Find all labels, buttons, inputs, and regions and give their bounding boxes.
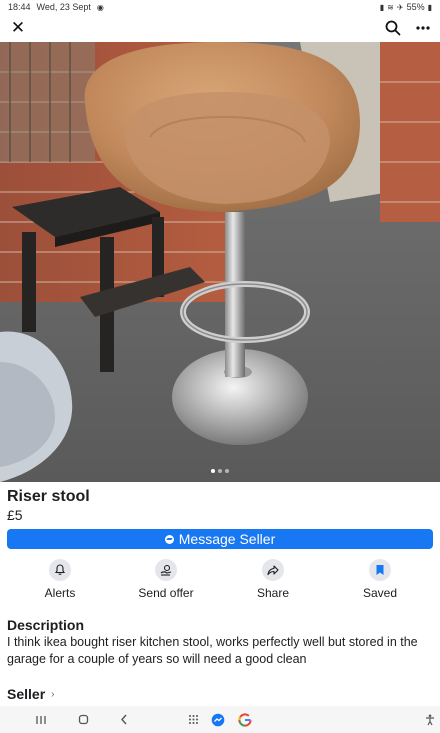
app-drawer-icon[interactable] [186,712,200,727]
messenger-icon [164,534,174,544]
offer-icon [155,559,177,581]
pagination-dot[interactable] [211,469,215,473]
saved-button[interactable]: Saved [340,559,420,600]
close-icon[interactable]: ✕ [8,18,28,38]
alerts-button[interactable]: Alerts [20,559,100,600]
description-text: I think ikea bought riser kitchen stool,… [7,635,418,666]
battery-saver-icon: ▮ [379,2,385,12]
listing-price: £5 [7,507,23,523]
messenger-app-icon[interactable] [210,712,226,727]
status-time: 18:44 [8,2,31,12]
message-seller-button[interactable]: Message Seller [7,529,433,549]
bookmark-icon [369,559,391,581]
stool-image [0,42,440,482]
more-icon[interactable] [414,19,432,37]
photo-pagination [208,466,232,476]
google-app-icon[interactable] [237,712,253,727]
send-offer-button[interactable]: Send offer [126,559,206,600]
description-heading: Description [7,617,85,633]
listing-title: Riser stool [7,488,90,505]
seller-section[interactable]: Seller › [7,686,54,702]
airplane-icon: ✈ [396,2,404,12]
battery-percent: 55% [406,2,425,12]
chevron-right-icon: › [51,688,55,700]
share-label: Share [256,586,290,600]
top-bar: ✕ [0,14,440,42]
status-bar: 18:44 Wed, 23 Sept ◉ ▮ ≋ ✈ 55% ▮ [0,0,440,14]
accessibility-icon[interactable] [424,712,436,727]
search-icon[interactable] [384,19,402,37]
bell-icon [49,559,71,581]
alerts-label: Alerts [44,586,76,600]
back-icon[interactable] [117,712,131,727]
message-seller-label: Message Seller [178,531,276,547]
notification-icon: ◉ [96,2,104,12]
recent-apps-icon[interactable] [34,712,48,727]
system-nav-bar [0,706,440,733]
battery-icon: ▮ [427,2,432,12]
home-icon[interactable] [76,712,90,727]
saved-label: Saved [362,586,398,600]
pagination-dot[interactable] [218,469,222,473]
share-button[interactable]: Share [233,559,313,600]
seller-heading: Seller [7,686,46,702]
action-row: Alerts Send offer Share Saved [0,559,440,603]
send-offer-label: Send offer [138,586,194,600]
wifi-icon: ≋ [387,2,394,12]
status-date: Wed, 23 Sept [36,2,91,12]
listing-photo[interactable] [0,42,440,482]
pagination-dot[interactable] [225,469,229,473]
share-icon [262,559,284,581]
